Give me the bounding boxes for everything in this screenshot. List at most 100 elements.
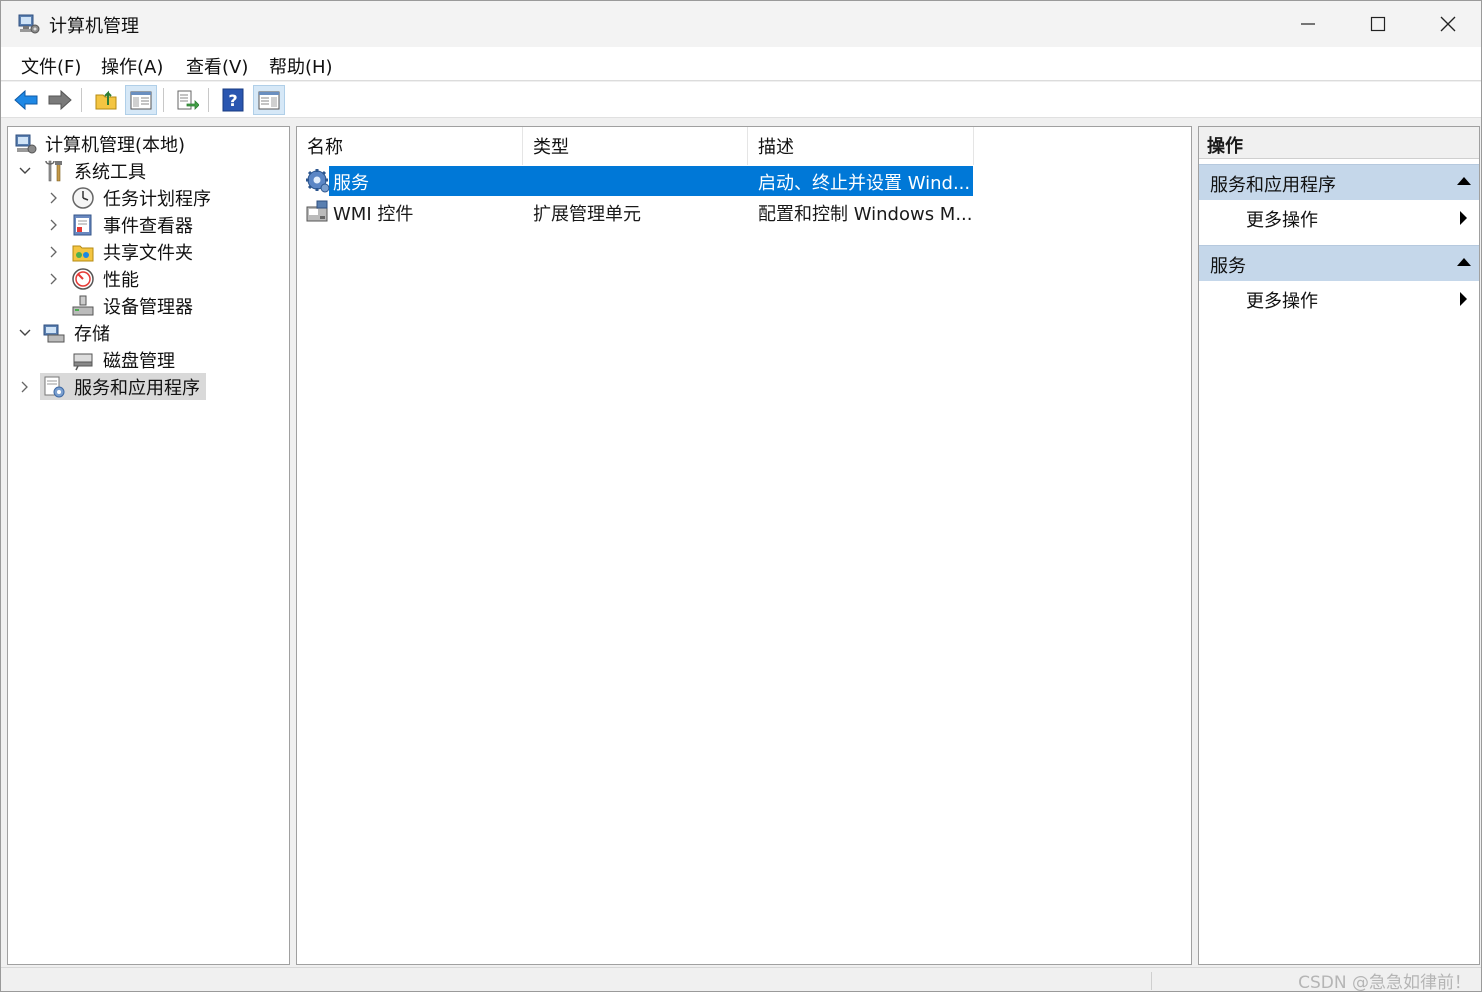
maximize-icon — [1370, 16, 1386, 32]
collapse-up-icon[interactable] — [1457, 258, 1471, 266]
svg-text:?: ? — [228, 91, 237, 110]
close-icon — [1440, 16, 1456, 32]
show-hide-action-pane-icon — [258, 91, 280, 110]
services-and-applications-icon — [44, 376, 65, 397]
computer-management-icon — [15, 134, 37, 153]
tree-label-performance: 性能 — [103, 269, 139, 291]
menu-bar: 文件(F) 操作(A) 查看(V) 帮助(H) — [1, 47, 1481, 81]
tree-label-disk-management: 磁盘管理 — [103, 350, 175, 372]
chevron-down-icon[interactable] — [18, 326, 32, 340]
wmi-control-icon — [306, 200, 328, 222]
tree-item-device-manager[interactable]: 设备管理器 — [8, 292, 288, 319]
result-list-pane: 名称 类型 描述 服务 启动、终止并设置 Wind... WMI 控件 扩展管理… — [296, 126, 1192, 965]
tree-label-system-tools: 系统工具 — [74, 161, 146, 183]
tree-item-storage[interactable]: 存储 — [8, 319, 288, 346]
chevron-right-icon[interactable] — [47, 218, 61, 232]
show-hide-console-tree-icon — [130, 91, 152, 110]
list-cell-description: 启动、终止并设置 Wind... — [758, 173, 971, 194]
menu-file[interactable]: 文件(F) — [21, 53, 81, 79]
toolbar-separator — [208, 88, 209, 112]
list-cell-type: 扩展管理单元 — [533, 204, 641, 225]
action-section-services[interactable]: 服务 — [1199, 245, 1479, 281]
tree-item-performance[interactable]: 性能 — [8, 265, 288, 292]
action-more-actions[interactable]: 更多操作 — [1199, 200, 1479, 236]
tree-item-task-scheduler[interactable]: 任务计划程序 — [8, 184, 288, 211]
chevron-right-icon[interactable] — [18, 380, 32, 394]
back-button[interactable] — [10, 85, 42, 115]
column-header-description[interactable]: 描述 — [748, 127, 974, 165]
tree-item-services-and-applications[interactable]: 服务和应用程序 — [8, 373, 288, 400]
menu-action[interactable]: 操作(A) — [101, 53, 163, 79]
column-header-name[interactable]: 名称 — [297, 127, 523, 165]
status-divider — [1151, 972, 1152, 990]
chevron-right-icon[interactable] — [47, 245, 61, 259]
tree-item-disk-management[interactable]: 磁盘管理 — [8, 346, 288, 373]
close-button[interactable] — [1413, 1, 1481, 47]
toolbar-separator — [163, 88, 164, 112]
device-manager-icon — [72, 295, 94, 315]
show-hide-console-tree-button[interactable] — [125, 85, 157, 115]
tree-label-root: 计算机管理(本地) — [45, 134, 186, 156]
chevron-right-icon[interactable] — [47, 191, 61, 205]
computer-management-app-icon — [18, 14, 40, 34]
tree-item-root[interactable]: 计算机管理(本地) — [8, 130, 288, 157]
up-folder-icon — [95, 90, 117, 110]
up-one-level-button[interactable] — [90, 85, 122, 115]
window-title: 计算机管理 — [49, 16, 139, 37]
list-cell-name: 服务 — [333, 173, 369, 194]
tree-label-device-manager: 设备管理器 — [103, 296, 193, 318]
menu-help[interactable]: 帮助(H) — [269, 53, 333, 79]
tree-label-task-scheduler: 任务计划程序 — [103, 188, 211, 210]
system-tools-icon — [45, 160, 62, 181]
action-section-services-and-applications[interactable]: 服务和应用程序 — [1199, 164, 1479, 200]
actions-pane-title: 操作 — [1199, 127, 1479, 159]
list-item-wmi-control[interactable]: WMI 控件 扩展管理单元 配置和控制 Windows M... — [303, 197, 973, 227]
tree-item-event-viewer[interactable]: 事件查看器 — [8, 211, 288, 238]
status-bar: CSDN @急急如律前！ — [1, 967, 1481, 992]
tree-label-services-and-applications: 服务和应用程序 — [74, 377, 200, 399]
collapse-up-icon[interactable] — [1457, 177, 1471, 185]
tree-item-system-tools[interactable]: 系统工具 — [8, 157, 288, 184]
minimize-icon — [1301, 23, 1315, 25]
forward-button[interactable] — [44, 85, 76, 115]
action-section-label: 服务 — [1210, 256, 1246, 277]
action-more-actions[interactable]: 更多操作 — [1199, 281, 1479, 317]
help-icon: ? — [222, 88, 244, 112]
back-arrow-icon — [14, 89, 38, 111]
shared-folder-icon — [72, 245, 94, 261]
action-item-label: 更多操作 — [1246, 291, 1318, 312]
list-item-services[interactable]: 服务 启动、终止并设置 Wind... — [303, 166, 973, 196]
clock-icon — [72, 186, 94, 209]
console-tree-pane: 计算机管理(本地) 系统工具 任务计划程序 事件查看器 共享文件夹 性能 设备管… — [7, 126, 290, 965]
maximize-button[interactable] — [1343, 1, 1413, 47]
submenu-right-icon — [1460, 292, 1467, 306]
action-section-label: 服务和应用程序 — [1210, 175, 1336, 196]
chevron-down-icon[interactable] — [18, 164, 32, 178]
disk-management-icon — [73, 353, 93, 370]
toolbar-separator — [81, 88, 82, 112]
column-header-type[interactable]: 类型 — [523, 127, 748, 165]
list-cell-description: 配置和控制 Windows M... — [758, 204, 973, 225]
tree-label-shared-folders: 共享文件夹 — [103, 242, 193, 264]
watermark-text: CSDN @急急如律前！ — [1298, 973, 1471, 992]
performance-icon — [72, 267, 94, 290]
tree-item-shared-folders[interactable]: 共享文件夹 — [8, 238, 288, 265]
tree-label-storage: 存储 — [74, 323, 110, 345]
forward-arrow-icon — [48, 89, 72, 111]
menu-view[interactable]: 查看(V) — [186, 53, 248, 79]
services-gear-icon — [306, 169, 330, 193]
export-list-icon — [177, 90, 199, 110]
tree-label-event-viewer: 事件查看器 — [103, 215, 193, 237]
help-button[interactable]: ? — [217, 85, 249, 115]
minimize-button[interactable] — [1273, 1, 1343, 47]
submenu-right-icon — [1460, 211, 1467, 225]
action-item-label: 更多操作 — [1246, 210, 1318, 231]
list-cell-name: WMI 控件 — [333, 204, 414, 225]
show-hide-action-pane-button[interactable] — [253, 85, 285, 115]
event-viewer-icon — [73, 214, 92, 235]
computer-management-window: 计算机管理 文件(F) 操作(A) 查看(V) 帮助(H) ? 计算机管理(本地… — [0, 0, 1482, 992]
chevron-right-icon[interactable] — [47, 272, 61, 286]
title-bar[interactable]: 计算机管理 — [1, 1, 1481, 47]
export-list-button[interactable] — [171, 85, 203, 115]
actions-pane: 操作 服务和应用程序 更多操作 服务 更多操作 — [1198, 126, 1480, 965]
